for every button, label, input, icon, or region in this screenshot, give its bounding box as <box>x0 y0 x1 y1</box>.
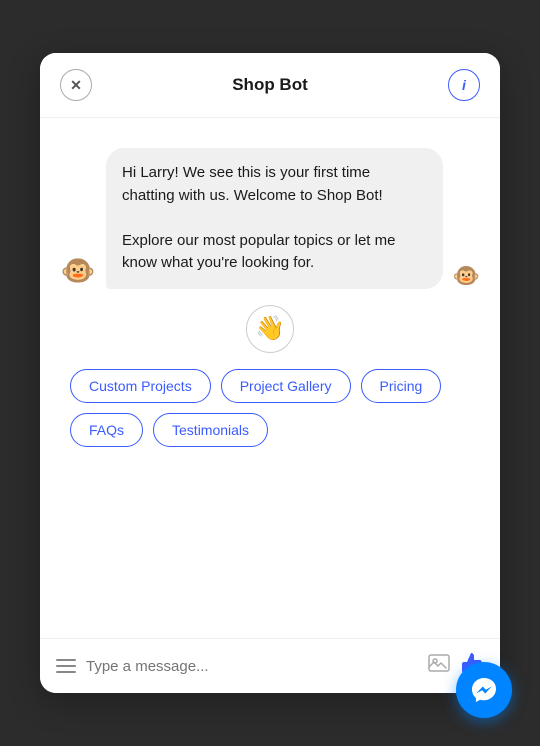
reaction-emoji: 👋 <box>246 305 294 353</box>
quick-reply-button[interactable]: Custom Projects <box>70 369 211 403</box>
quick-replies-container: Custom Projects Project Gallery Pricing FAQ… <box>60 369 480 447</box>
chat-window: ✕ Shop Bot i 🐵 Hi Larry! We see this is … <box>40 53 500 693</box>
message-text-2: Explore our most popular topics or let m… <box>122 230 427 275</box>
chat-footer <box>40 638 500 693</box>
close-button[interactable]: ✕ <box>60 69 92 101</box>
chat-header: ✕ Shop Bot i <box>40 53 500 118</box>
message-input[interactable] <box>86 658 418 675</box>
bot-avatar: 🐵 <box>60 253 96 289</box>
quick-reply-button[interactable]: Project Gallery <box>221 369 351 403</box>
image-icon[interactable] <box>428 653 450 679</box>
menu-icon[interactable] <box>56 659 76 673</box>
chat-body: 🐵 Hi Larry! We see this is your first ti… <box>40 118 500 638</box>
reaction-row: 👋 <box>60 305 480 353</box>
chat-title: Shop Bot <box>232 75 308 95</box>
quick-reply-button[interactable]: FAQs <box>70 413 143 447</box>
info-icon: i <box>462 77 466 93</box>
info-button[interactable]: i <box>448 69 480 101</box>
quick-reply-button[interactable]: Pricing <box>361 369 442 403</box>
message-text-1: Hi Larry! We see this is your first time… <box>122 162 427 207</box>
message-bubble: Hi Larry! We see this is your first time… <box>106 148 443 289</box>
right-bot-avatar: 🐵 <box>453 263 480 289</box>
messenger-fab[interactable] <box>456 662 512 718</box>
quick-reply-button[interactable]: Testimonials <box>153 413 268 447</box>
message-row: 🐵 Hi Larry! We see this is your first ti… <box>60 148 480 289</box>
close-icon: ✕ <box>70 77 82 94</box>
